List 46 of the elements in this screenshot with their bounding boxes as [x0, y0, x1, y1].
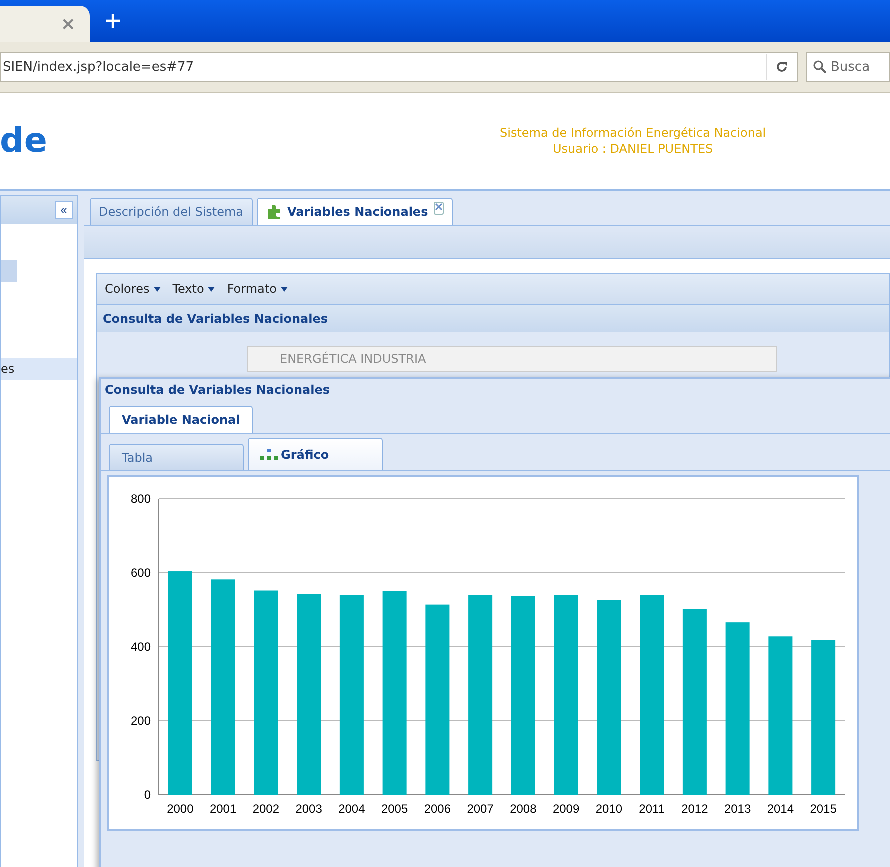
tab[interactable]: Descripción del Sistema: [90, 198, 253, 225]
menu-button[interactable]: Colores: [105, 282, 161, 296]
tab[interactable]: Variable Nacional: [109, 406, 254, 433]
caret-icon: [280, 286, 288, 292]
sidebar-item[interactable]: es: [1, 358, 77, 380]
system-title: Sistema de Información Energética Nacional: [500, 125, 766, 141]
x-tick-label: 2008: [510, 802, 537, 816]
menu-button[interactable]: Texto: [172, 282, 216, 296]
address-field[interactable]: SIEN/index.jsp?locale=es#77: [0, 52, 798, 82]
tab[interactable]: Tabla: [109, 444, 244, 470]
caret-icon: [154, 286, 161, 292]
x-tick-label: 2010: [596, 802, 623, 816]
x-tick-label: 2012: [682, 802, 708, 816]
menu-button[interactable]: Formato: [227, 282, 288, 296]
y-tick-label: 200: [130, 714, 151, 728]
y-tick-label: 600: [130, 566, 151, 580]
x-tick-label: 2003: [296, 802, 322, 816]
window-title: Consulta de Variables Nacionales: [104, 382, 331, 399]
x-tick-label: 2004: [338, 802, 366, 816]
x-tick-label: 2006: [424, 802, 452, 816]
x-tick-label: 2011: [639, 802, 665, 816]
x-tick-label: 2013: [724, 802, 752, 816]
x-tick-label: 2014: [767, 802, 794, 816]
new-tab-button[interactable]: +: [104, 9, 122, 34]
y-tick-label: 800: [130, 492, 151, 506]
y-tick-label: 400: [130, 640, 151, 654]
x-tick-label: 2005: [381, 802, 408, 816]
x-tick-label: 2009: [552, 802, 580, 816]
puzzle-icon: [266, 204, 282, 220]
x-tick-label: 2015: [810, 802, 837, 816]
x-tick-label: 2002: [252, 802, 280, 816]
panel-title: Consulta de Variables Nacionales: [97, 304, 889, 332]
x-tick-label: 2007: [467, 802, 494, 816]
x-tick-label: 2000: [167, 802, 194, 816]
close-icon[interactable]: [434, 202, 444, 215]
search-field[interactable]: Busca: [806, 52, 890, 82]
collapse-button[interactable]: «: [55, 201, 73, 219]
x-tick-label: 2001: [210, 802, 237, 816]
tab[interactable]: Variables Nacionales: [256, 198, 454, 225]
chart-icon: [259, 448, 279, 460]
logo: de: [0, 121, 48, 161]
y-tick-label: 0: [144, 788, 151, 802]
tab[interactable]: Gráfico: [248, 438, 383, 470]
user-label: Usuario : DANIEL PUENTES: [552, 141, 714, 157]
search-icon: [813, 60, 827, 74]
caret-icon: [208, 286, 216, 292]
